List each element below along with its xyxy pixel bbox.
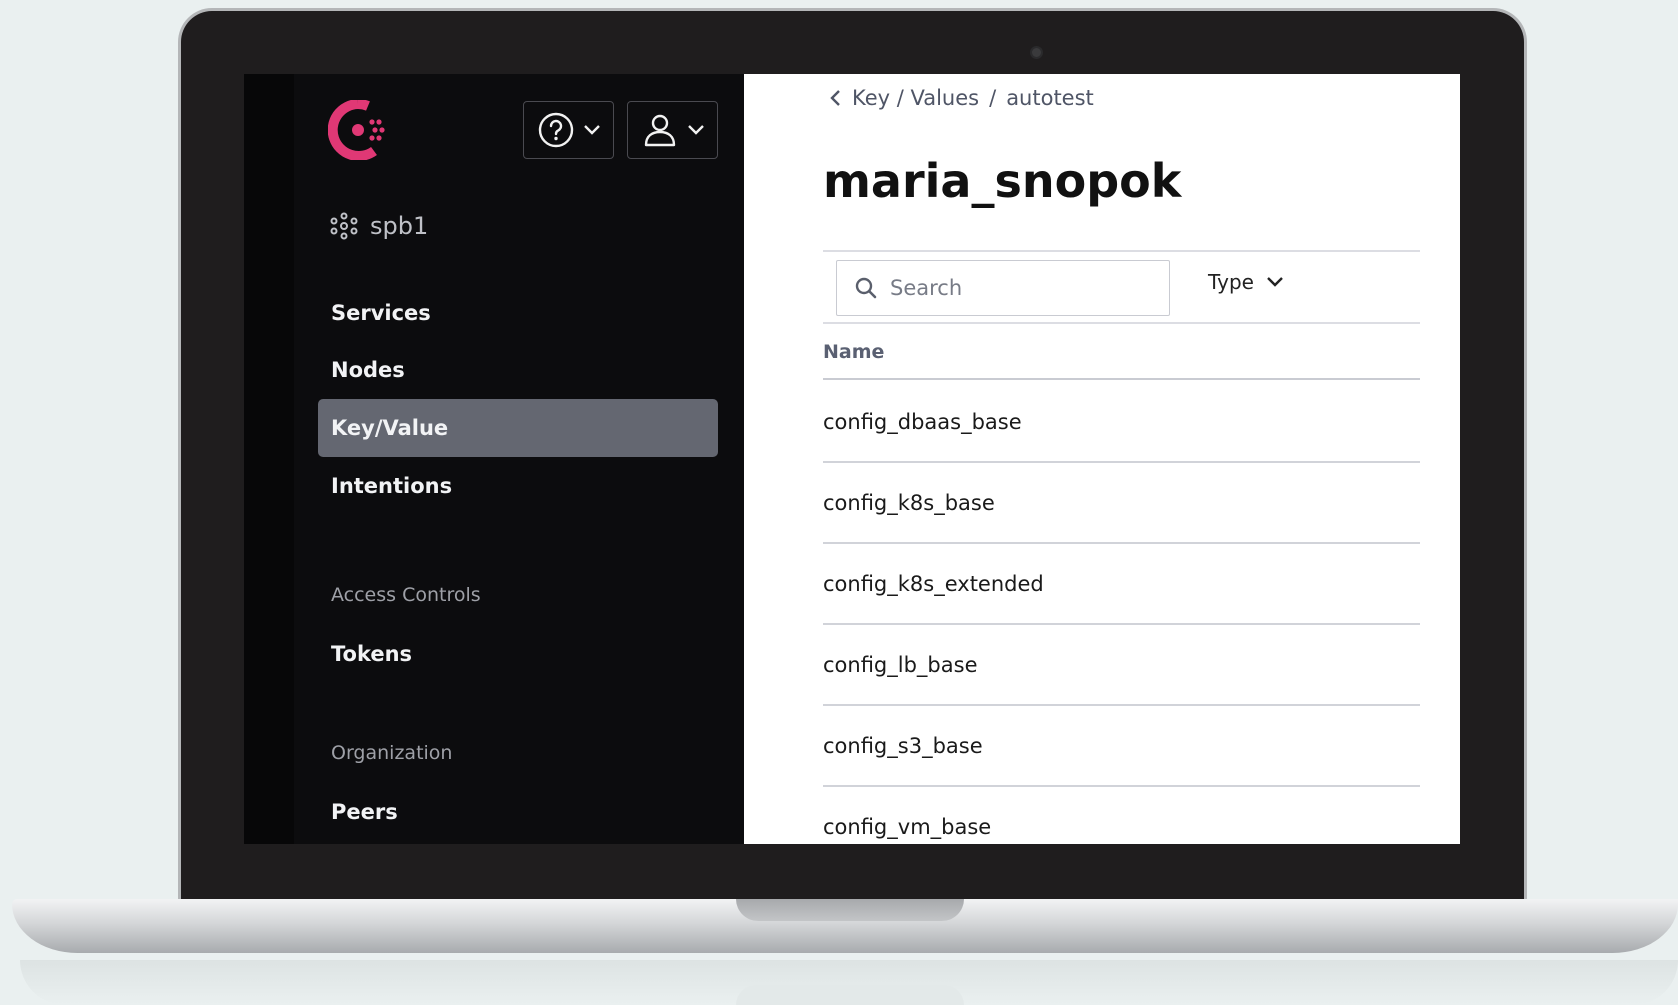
chevron-down-icon — [1267, 277, 1283, 287]
main-content: Key / Values / autotest maria_snopok Sea… — [744, 74, 1460, 844]
breadcrumb-current-link[interactable]: autotest — [1006, 86, 1094, 110]
chevron-left-icon[interactable] — [828, 88, 842, 108]
search-input[interactable]: Search — [836, 260, 1170, 316]
nav-item-label: Nodes — [331, 358, 405, 382]
camera — [1030, 46, 1043, 59]
chevron-down-icon — [583, 125, 600, 135]
table-row[interactable]: config_k8s_base — [823, 463, 1420, 544]
table-row[interactable]: config_s3_base — [823, 706, 1420, 787]
user-menu-button[interactable] — [627, 101, 718, 159]
nav-item-label: Intentions — [331, 474, 453, 498]
help-menu-button[interactable] — [523, 101, 614, 159]
nav-item-label: Key/Value — [331, 416, 449, 440]
search-icon — [855, 277, 877, 299]
type-filter-dropdown[interactable]: Type — [1208, 270, 1284, 294]
app-screen: spb1 Services Nodes Key/Value Intentions… — [244, 74, 1460, 844]
nav-item-key-value[interactable]: Key/Value — [318, 399, 718, 457]
table-row[interactable]: config_lb_base — [823, 625, 1420, 706]
breadcrumb-separator: / — [989, 86, 997, 110]
consul-logo[interactable] — [328, 100, 388, 160]
chevron-down-icon — [687, 125, 704, 135]
nav-item-peers[interactable]: Peers — [318, 783, 718, 841]
help-circle-icon — [538, 112, 573, 148]
laptop-reflection — [736, 985, 964, 1005]
breadcrumb: Key / Values / autotest — [828, 86, 1094, 110]
page-title: maria_snopok — [823, 154, 1182, 208]
nav-item-nodes[interactable]: Nodes — [318, 341, 718, 399]
datacenter-selector[interactable]: spb1 — [330, 212, 428, 240]
type-filter-label: Type — [1208, 270, 1254, 294]
section-heading-access-controls: Access Controls — [331, 584, 481, 606]
user-icon — [644, 114, 675, 147]
sidebar-edge — [244, 74, 294, 844]
nav-item-label: Tokens — [331, 642, 413, 666]
section-heading-organization: Organization — [331, 742, 453, 764]
table-row[interactable]: config_k8s_extended — [823, 544, 1420, 625]
datacenter-name: spb1 — [370, 212, 429, 240]
datacenter-icon — [330, 212, 358, 240]
nav-item-label: Peers — [331, 800, 398, 824]
search-placeholder: Search — [890, 276, 963, 300]
nav-item-intentions[interactable]: Intentions — [318, 457, 718, 515]
laptop-notch — [736, 899, 964, 921]
table-row[interactable]: config_vm_base — [823, 787, 1420, 844]
sidebar: spb1 Services Nodes Key/Value Intentions… — [244, 74, 744, 844]
nav-item-label: Services — [331, 301, 431, 325]
nav-item-services[interactable]: Services — [318, 284, 718, 342]
breadcrumb-parent-link[interactable]: Key / Values — [852, 86, 979, 110]
filter-bar: Search Type — [823, 250, 1420, 324]
nav-item-tokens[interactable]: Tokens — [318, 625, 718, 683]
column-header-name[interactable]: Name — [823, 326, 1420, 380]
table-row[interactable]: config_dbaas_base — [823, 382, 1420, 463]
